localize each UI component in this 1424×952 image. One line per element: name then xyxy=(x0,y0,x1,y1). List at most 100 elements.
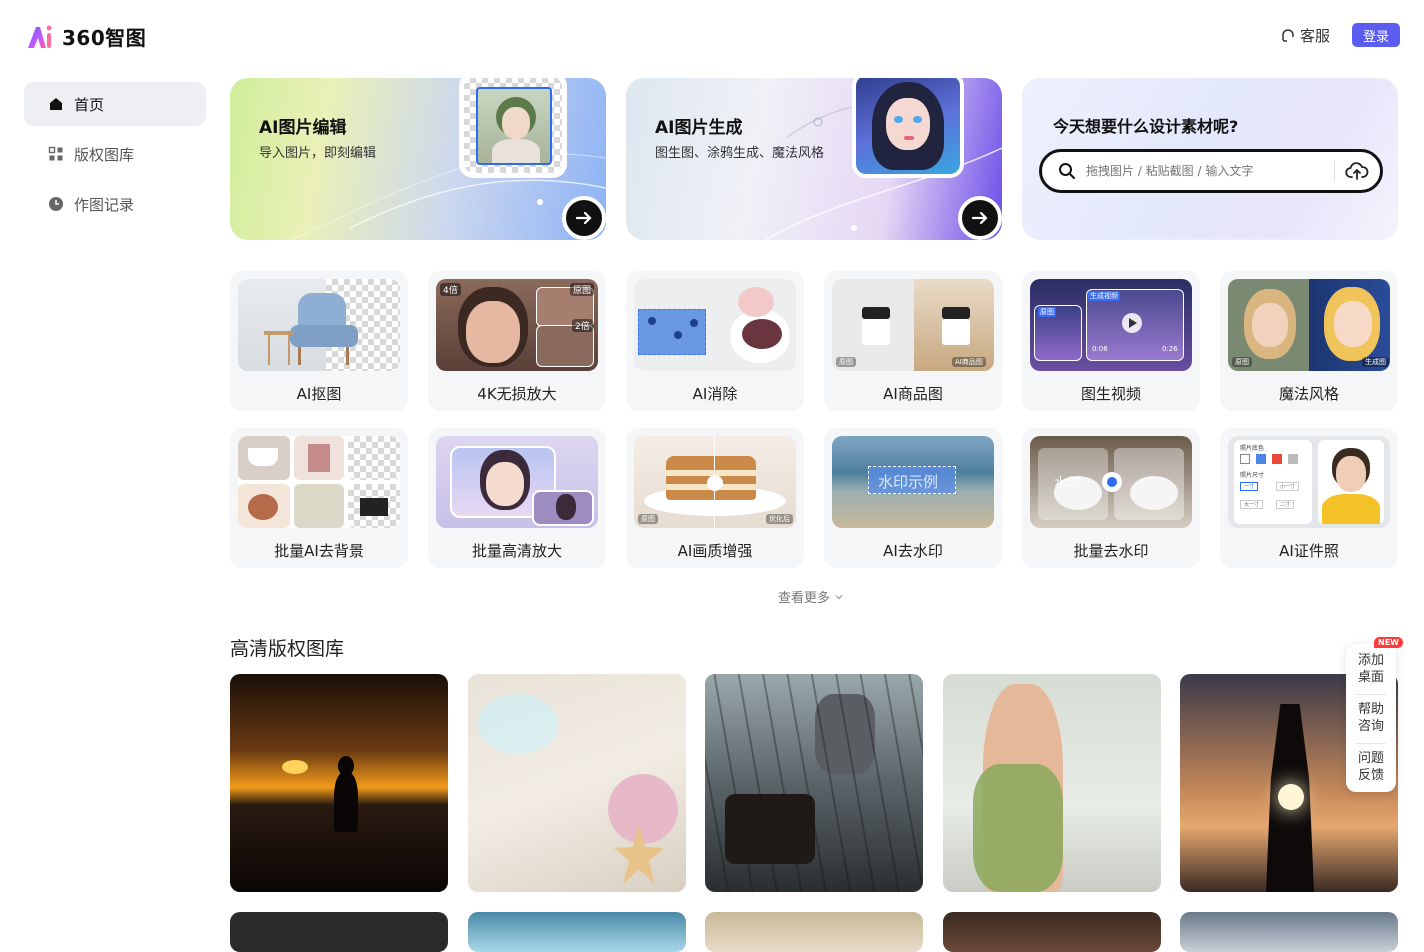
headset-icon xyxy=(1282,28,1294,42)
arrow-right-icon xyxy=(575,211,592,225)
tool-batch-remove-bg[interactable]: 批量AI去背景 xyxy=(230,428,408,568)
arrow-right-icon xyxy=(971,211,988,225)
feedback-button[interactable]: 问题 反馈 xyxy=(1346,750,1396,784)
tool-ai-erase[interactable]: AI消除 xyxy=(626,271,804,411)
banner-subtitle: 导入图片，即刻编辑 xyxy=(259,146,377,161)
watermark-sample-text: 水印示例 xyxy=(878,473,939,491)
gallery-section-title: 高清版权图库 xyxy=(230,638,345,660)
tool-4k-upscale[interactable]: 4倍 原图 2倍 4K无损放大 xyxy=(428,271,606,411)
video-time-total: 0:26 xyxy=(1162,345,1178,353)
search-box[interactable] xyxy=(1039,149,1383,193)
sidebar-item-label: 作图记录 xyxy=(74,195,135,214)
view-more-label: 查看更多 xyxy=(778,591,831,606)
logo-mark-icon xyxy=(28,25,52,48)
add-to-desktop-button[interactable]: 添加 桌面 xyxy=(1346,652,1396,686)
tool-ai-enhance[interactable]: 原图 优化后 AI画质增强 xyxy=(626,428,804,568)
tool-image-to-video[interactable]: 原图 生成视频 0:06 0:26 图生视频 xyxy=(1022,271,1200,411)
search-input[interactable] xyxy=(1086,164,1326,178)
banner-search: 今天想要什么设计素材呢? xyxy=(1022,78,1398,240)
tool-label: 批量AI去背景 xyxy=(274,542,364,560)
tool-label: 4K无损放大 xyxy=(477,385,557,403)
search-prompt-title: 今天想要什么设计素材呢? xyxy=(1053,117,1239,136)
sidebar: 首页 版权图库 作图记录 xyxy=(24,82,206,232)
search-icon xyxy=(1059,163,1075,179)
tool-label: AI消除 xyxy=(692,385,738,403)
sidebar-item-history[interactable]: 作图记录 xyxy=(24,182,206,226)
tool-image xyxy=(238,279,400,371)
badge-original: 原图 xyxy=(638,514,658,524)
customer-service-link[interactable]: 客服 xyxy=(1280,25,1330,46)
tool-batch-upscale[interactable]: 批量高清放大 xyxy=(428,428,606,568)
tool-label: 批量高清放大 xyxy=(471,542,562,560)
gallery-image-row2-4[interactable] xyxy=(943,912,1161,952)
badge-result: AI商品图 xyxy=(952,357,986,367)
sidebar-item-gallery[interactable]: 版权图库 xyxy=(24,132,206,176)
clock-icon xyxy=(49,197,63,211)
tool-label: AI证件照 xyxy=(1279,542,1339,560)
tool-magic-style[interactable]: 原图 生成图 魔法风格 xyxy=(1220,271,1398,411)
banner-ai-edit[interactable]: AI图片编辑 导入图片，即刻编辑 xyxy=(230,78,606,240)
upload-cloud-icon[interactable] xyxy=(1345,159,1369,183)
new-badge: NEW xyxy=(1374,637,1403,648)
tool-image xyxy=(436,436,598,528)
badge-generated: 生成图 xyxy=(1362,357,1389,367)
tool-batch-remove-watermark[interactable]: 水印 批量去水印 xyxy=(1022,428,1200,568)
banner-ai-generate[interactable]: AI图片生成 图生图、涂鸦生成、魔法风格 xyxy=(626,78,1002,240)
tool-label: AI画质增强 xyxy=(677,542,753,560)
id-size-2inch: 二寸 xyxy=(1276,500,1295,509)
logo[interactable]: 360智图 xyxy=(26,22,146,51)
search-divider xyxy=(1334,161,1335,181)
badge-original: 原图 xyxy=(570,283,595,296)
banner-subtitle: 图生图、涂鸦生成、魔法风格 xyxy=(655,146,825,161)
tool-label: AI抠图 xyxy=(296,385,342,403)
banner-arrow-button[interactable] xyxy=(958,196,1002,240)
gallery-image-row2-3[interactable] xyxy=(705,912,923,952)
tool-image: 原图 生成图 xyxy=(1228,279,1390,371)
panel-divider xyxy=(1356,694,1386,695)
id-size-large-1inch: 大一寸 xyxy=(1240,500,1264,509)
tool-ai-remove-watermark[interactable]: 水印示例 AI去水印 xyxy=(824,428,1002,568)
help-consult-button[interactable]: 帮助 咨询 xyxy=(1346,701,1396,735)
gallery-image-steampunk-train[interactable] xyxy=(705,674,923,892)
tool-label: 图生视频 xyxy=(1080,385,1141,403)
gallery-image-sunset[interactable] xyxy=(230,674,448,892)
view-more-link[interactable]: 查看更多 xyxy=(778,587,844,606)
gallery-image-row2-1[interactable] xyxy=(230,912,448,952)
top-bar: 360智图 客服 登录 xyxy=(0,0,1424,70)
sidebar-item-label: 首页 xyxy=(74,95,105,114)
tool-label: AI去水印 xyxy=(883,542,943,560)
video-time-current: 0:06 xyxy=(1092,345,1108,353)
floating-help-panel: 添加 桌面 帮助 咨询 问题 反馈 xyxy=(1346,644,1396,792)
customer-service-label: 客服 xyxy=(1300,27,1331,45)
watermark-sample-text: 水印 xyxy=(1054,476,1081,491)
banner-arrow-button[interactable] xyxy=(562,196,606,240)
tool-image: 原图 生成视频 0:06 0:26 xyxy=(1030,279,1192,371)
id-size-small-1inch: 小一寸 xyxy=(1276,482,1300,491)
tool-ai-cutout[interactable]: AI抠图 xyxy=(230,271,408,411)
banner-title: AI图片编辑 xyxy=(259,118,347,138)
badge-original: 原图 xyxy=(836,357,856,367)
sidebar-item-home[interactable]: 首页 xyxy=(24,82,206,126)
tool-ai-id-photo[interactable]: 照片底色 照片尺寸 一寸 小一寸 大一寸 二寸 AI证件照 xyxy=(1220,428,1398,568)
login-button[interactable]: 登录 xyxy=(1352,23,1400,47)
tool-image: 原图 优化后 xyxy=(634,436,796,528)
chevron-down-icon xyxy=(835,595,843,600)
gallery-image-row2-2[interactable] xyxy=(468,912,686,952)
home-icon xyxy=(50,98,62,110)
gallery-image-beach-shells[interactable] xyxy=(468,674,686,892)
tool-ai-product[interactable]: 原图 AI商品图 AI商品图 xyxy=(824,271,1002,411)
gallery-image-row2-5[interactable] xyxy=(1180,912,1398,952)
id-size-label: 照片尺寸 xyxy=(1240,472,1265,479)
tool-image: 水印示例 xyxy=(832,436,994,528)
gallery-image-nature-woman[interactable] xyxy=(943,674,1161,892)
badge-enhanced: 优化后 xyxy=(766,514,793,524)
sidebar-item-label: 版权图库 xyxy=(74,145,135,164)
badge-2x: 2倍 xyxy=(572,319,593,332)
id-size-1inch: 一寸 xyxy=(1240,482,1259,491)
tool-image xyxy=(238,436,400,528)
badge-original: 原图 xyxy=(1038,307,1056,317)
tool-label: 魔法风格 xyxy=(1278,385,1339,403)
tool-image: 原图 AI商品图 xyxy=(832,279,994,371)
badge-video: 生成视频 xyxy=(1088,291,1120,301)
tool-image: 4倍 原图 2倍 xyxy=(436,279,598,371)
